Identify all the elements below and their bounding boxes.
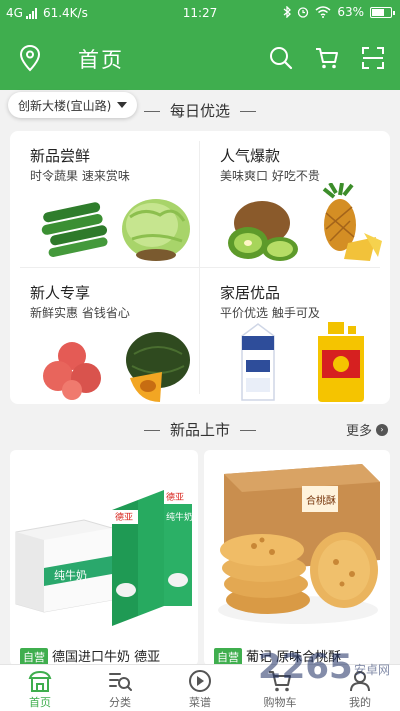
product-card-biscuit[interactable]: 合桃酥 自营 葡记 原味合桃酥 bbox=[204, 450, 390, 666]
new-arrivals-title: 新品上市 bbox=[169, 421, 230, 439]
page-title: 首页 bbox=[78, 48, 124, 72]
tab-recipe[interactable]: 菜谱 bbox=[160, 665, 240, 711]
app-header: 首页 bbox=[0, 28, 400, 90]
home-icon bbox=[28, 670, 52, 692]
more-link[interactable]: 更多 › bbox=[346, 420, 388, 439]
location-pin-icon[interactable] bbox=[18, 44, 42, 72]
alarm-icon bbox=[298, 7, 309, 18]
box-label: 合桃酥 bbox=[306, 494, 336, 507]
card-newcomer[interactable]: 新人专享 新鲜实惠 省钱省心 bbox=[10, 268, 198, 404]
more-label: 更多 bbox=[345, 424, 372, 439]
box-brand-1: 德亚 bbox=[115, 511, 133, 523]
site-watermark: 2265 安卓网 bbox=[258, 647, 390, 687]
search-icon[interactable] bbox=[268, 45, 294, 71]
wifi-icon bbox=[315, 6, 331, 18]
product-name: 自营 德国进口牛奶 德亚 bbox=[20, 646, 160, 666]
card-subtitle: 平价优选 触手可及 bbox=[220, 306, 320, 320]
product-card-milk[interactable]: 纯牛奶 德亚 德亚 纯牛奶 自营 德国进口牛奶 德亚 bbox=[10, 450, 198, 666]
chevron-right-icon: › bbox=[376, 423, 388, 436]
tab-label: 菜谱 bbox=[189, 696, 211, 709]
watermark-number: 2265 bbox=[258, 647, 353, 687]
tab-label: 我的 bbox=[349, 696, 371, 709]
card-title: 人气爆款 bbox=[220, 147, 281, 165]
daily-title: 每日优选 bbox=[169, 102, 230, 120]
section-heading-new: 新品上市 bbox=[0, 419, 400, 440]
box-label-side: 纯牛奶 bbox=[54, 568, 87, 582]
card-subtitle: 新鲜实惠 省钱省心 bbox=[30, 306, 130, 320]
card-subtitle: 时令蔬果 速来赏味 bbox=[30, 169, 130, 183]
vegetables-image bbox=[41, 199, 190, 261]
biscuit-product-image: 合桃酥 bbox=[218, 464, 380, 624]
card-new-fresh[interactable]: 新品尝鲜 时令蔬果 速来赏味 bbox=[10, 131, 198, 267]
card-title: 新人专享 bbox=[30, 284, 91, 302]
battery-percent: 63% bbox=[337, 5, 364, 19]
milk-product-image: 纯牛奶 德亚 德亚 纯牛奶 bbox=[15, 490, 193, 626]
card-subtitle: 美味爽口 好吃不贵 bbox=[220, 169, 320, 183]
card-popular[interactable]: 人气爆款 美味爽口 好吃不贵 bbox=[200, 131, 388, 267]
recipe-play-icon bbox=[189, 670, 211, 692]
box-brand-2: 德亚 bbox=[166, 491, 184, 503]
watermark-sub: 安卓网 bbox=[354, 662, 390, 677]
tab-label: 购物车 bbox=[263, 696, 297, 709]
card-title: 新品尝鲜 bbox=[30, 147, 91, 165]
fruit-image bbox=[228, 183, 382, 261]
section-heading-daily: 每日优选 bbox=[0, 100, 400, 121]
tab-label: 首页 bbox=[29, 696, 51, 709]
daily-picks-grid: 新品尝鲜 时令蔬果 速来赏味 人气爆款 美味爽口 好吃不贵 新人专享 新鲜实惠 … bbox=[10, 131, 390, 404]
battery-icon bbox=[370, 6, 395, 18]
category-icon bbox=[109, 673, 132, 691]
scan-icon[interactable] bbox=[360, 45, 386, 71]
tab-home[interactable]: 首页 bbox=[0, 665, 80, 711]
apple-pumpkin-image bbox=[43, 332, 190, 402]
box-label-front: 纯牛奶 bbox=[166, 511, 193, 523]
card-home-goods[interactable]: 家居优品 平价优选 触手可及 bbox=[200, 268, 388, 404]
tab-label: 分类 bbox=[109, 696, 131, 709]
home-products-image bbox=[241, 322, 364, 402]
status-bar: 4G 61.4K/s 11:27 63% bbox=[0, 0, 400, 28]
card-title: 家居优品 bbox=[220, 284, 281, 302]
bluetooth-icon bbox=[283, 6, 292, 18]
tab-category[interactable]: 分类 bbox=[80, 665, 160, 711]
cart-icon[interactable] bbox=[314, 45, 340, 71]
